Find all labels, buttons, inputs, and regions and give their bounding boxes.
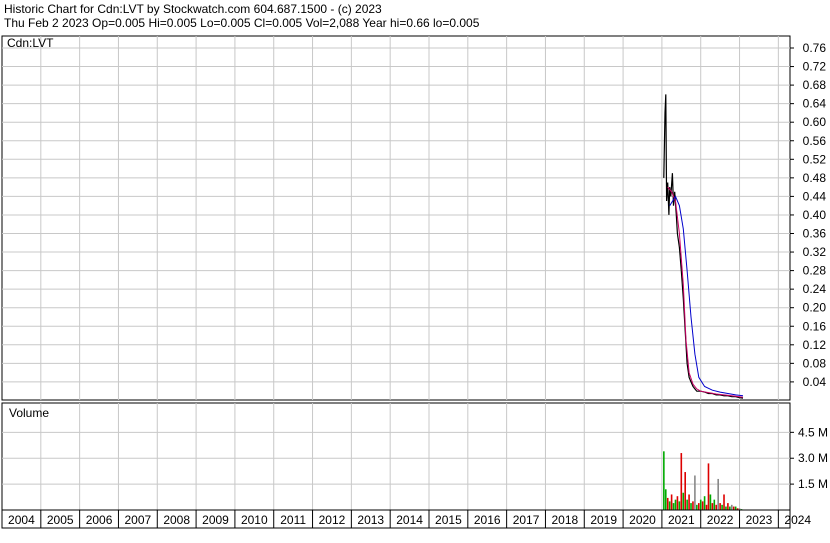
y-tick-label: 0.28 xyxy=(803,264,827,278)
x-tick-label: 2007 xyxy=(125,513,152,527)
y-tick-label: 0.60 xyxy=(803,115,827,129)
y-tick-label: 1.5 M xyxy=(798,477,828,491)
y-tick-label: 0.64 xyxy=(803,97,827,111)
price-volume-chart: 0.76 0.72 0.68 0.64 0.60 0.56 0.52 0.48 0.44 0.40… xyxy=(1,35,828,529)
x-tick-label: 2012 xyxy=(319,513,346,527)
x-tick-label: 2023 xyxy=(746,513,773,527)
x-tick-label: 2009 xyxy=(202,513,229,527)
x-tick-label: 2020 xyxy=(629,513,656,527)
y-tick-label: 0.36 xyxy=(803,227,827,241)
symbol-label: Cdn:LVT xyxy=(7,36,54,50)
volume-panel: 4.5 M 3.0 M 1.5 M Volume xyxy=(1,402,828,511)
x-tick-label: 2005 xyxy=(47,513,74,527)
x-tick-label: 2011 xyxy=(280,513,306,527)
x-tick-label: 2008 xyxy=(163,513,190,527)
y-tick-label: 0.16 xyxy=(803,319,827,333)
y-tick-label: 4.5 M xyxy=(798,425,828,439)
x-tick-label: 2024 xyxy=(784,513,811,527)
x-tick-label: 2014 xyxy=(396,513,423,527)
y-tick-label: 0.20 xyxy=(803,301,827,315)
x-tick-label: 2010 xyxy=(241,513,268,527)
price-panel: 0.76 0.72 0.68 0.64 0.60 0.56 0.52 0.48 0.44 0.40… xyxy=(1,35,827,401)
y-tick-label: 0.76 xyxy=(803,41,827,55)
volume-label: Volume xyxy=(9,406,49,420)
y-tick-label: 0.12 xyxy=(803,338,827,352)
x-tick-label: 2016 xyxy=(474,513,501,527)
y-tick-label: 0.44 xyxy=(803,189,827,203)
x-tick-label: 2021 xyxy=(668,513,695,527)
y-tick-label: 0.04 xyxy=(803,375,827,389)
x-tick-label: 2013 xyxy=(357,513,384,527)
x-tick-label: 2019 xyxy=(590,513,617,527)
x-tick-label: 2006 xyxy=(86,513,113,527)
y-tick-label: 0.56 xyxy=(803,134,827,148)
y-tick-label: 3.0 M xyxy=(798,451,828,465)
y-tick-label: 0.52 xyxy=(803,152,827,166)
y-tick-label: 0.72 xyxy=(803,60,827,74)
volume-panel-frame xyxy=(1,402,791,511)
x-tick-label: 2022 xyxy=(707,513,734,527)
x-axis: 2004 2005 2006 2007 2008 2009 2010 2011 2012 2013… xyxy=(1,509,811,529)
y-tick-label: 0.40 xyxy=(803,208,827,222)
y-tick-label: 0.68 xyxy=(803,78,827,92)
y-tick-label: 0.48 xyxy=(803,171,827,185)
y-tick-label: 0.32 xyxy=(803,245,827,259)
x-tick-label: 2004 xyxy=(8,513,35,527)
x-tick-label: 2017 xyxy=(513,513,540,527)
y-tick-label: 0.08 xyxy=(803,356,827,370)
price-panel-frame xyxy=(1,35,791,401)
x-tick-label: 2015 xyxy=(435,513,462,527)
x-tick-label: 2018 xyxy=(552,513,579,527)
y-tick-label: 0.24 xyxy=(803,282,827,296)
